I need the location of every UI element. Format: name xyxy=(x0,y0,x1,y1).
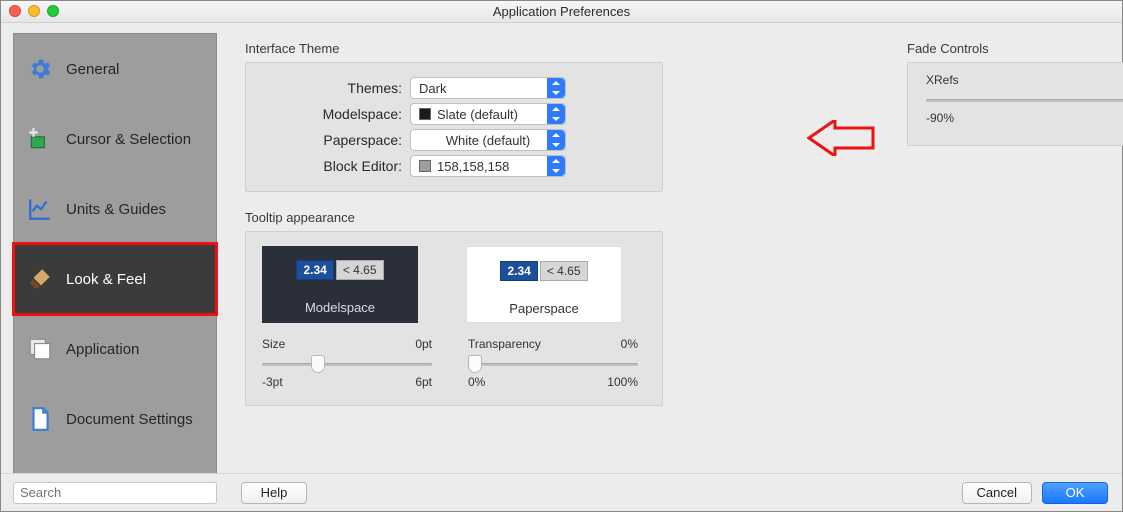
fade-controls-section: Fade Controls XRefs 50% -90% 90% xyxy=(907,41,1123,146)
ok-button[interactable]: OK xyxy=(1042,482,1108,504)
paintbrush-icon xyxy=(26,265,54,293)
dropdown-value: 158,158,158 xyxy=(437,159,509,174)
sidebar-item-units-guides[interactable]: Units & Guides xyxy=(14,174,216,244)
sidebar-item-label: Document Settings xyxy=(66,411,193,428)
slider-track[interactable] xyxy=(468,355,638,373)
themes-label: Themes: xyxy=(260,80,410,96)
blockeditor-label: Block Editor: xyxy=(260,158,410,174)
slider-thumb-icon[interactable] xyxy=(311,355,325,373)
tooltip-secondary-value: < 4.65 xyxy=(540,261,588,281)
annotation-arrow-icon xyxy=(807,120,877,156)
slider-max: 6pt xyxy=(415,375,432,389)
tooltip-appearance-section: Tooltip appearance 2.34 < 4.65 Modelspac… xyxy=(245,210,663,406)
sidebar-item-document-settings[interactable]: Document Settings xyxy=(14,384,216,454)
slider-min: 0% xyxy=(468,375,485,389)
modelspace-dropdown[interactable]: Slate (default) xyxy=(410,103,566,125)
sidebar: General Cursor & Selection Units & Guide… xyxy=(1,23,217,473)
tooltip-primary-value: 2.34 xyxy=(500,261,537,281)
row-themes: Themes: Dark xyxy=(260,75,648,101)
dropdown-caret-icon xyxy=(547,156,565,176)
close-icon[interactable] xyxy=(9,5,21,17)
row-modelspace: Modelspace: Slate (default) xyxy=(260,101,648,127)
tooltip-transparency-slider[interactable]: Transparency 0% 0% 100% xyxy=(468,337,638,389)
tooltip-preview-modelspace[interactable]: 2.34 < 4.65 Modelspace xyxy=(262,246,418,323)
sidebar-item-application[interactable]: Application xyxy=(14,314,216,384)
sidebar-item-label: General xyxy=(66,61,119,78)
sidebar-item-label: Cursor & Selection xyxy=(66,131,191,148)
sidebar-item-label: Application xyxy=(66,341,139,358)
windows-icon xyxy=(26,335,54,363)
sidebar-item-general[interactable]: General xyxy=(14,34,216,104)
tooltip-preview-paperspace[interactable]: 2.34 < 4.65 Paperspace xyxy=(466,246,622,323)
document-icon xyxy=(26,405,54,433)
dropdown-value: White (default) xyxy=(446,133,531,148)
color-swatch-icon xyxy=(419,108,431,120)
sidebar-panel: General Cursor & Selection Units & Guide… xyxy=(13,33,217,483)
tooltip-appearance-group: 2.34 < 4.65 Modelspace 2.34 < 4.65 Paper… xyxy=(245,231,663,406)
footer: Help Cancel OK xyxy=(1,473,1122,511)
fade-controls-group: XRefs 50% -90% 90% xyxy=(907,62,1123,146)
xrefs-label: XRefs xyxy=(926,73,959,87)
blockeditor-dropdown[interactable]: 158,158,158 xyxy=(410,155,566,177)
slider-label: Size xyxy=(262,337,285,351)
tooltip-preview-label: Modelspace xyxy=(305,300,375,315)
slider-label: Transparency xyxy=(468,337,541,351)
xrefs-slider[interactable] xyxy=(926,91,1123,109)
dropdown-caret-icon xyxy=(547,78,565,98)
tooltip-size-slider[interactable]: Size 0pt -3pt 6pt xyxy=(262,337,432,389)
section-label: Tooltip appearance xyxy=(245,210,663,225)
window-title: Application Preferences xyxy=(493,4,630,19)
dropdown-value: Slate (default) xyxy=(437,107,518,122)
axes-icon xyxy=(26,195,54,223)
sidebar-item-look-feel[interactable]: Look & Feel xyxy=(14,244,216,314)
main-panel: Interface Theme Themes: Dark Modelspace: xyxy=(217,23,1122,473)
row-block-editor: Block Editor: 158,158,158 xyxy=(260,153,648,179)
slider-value: 0pt xyxy=(415,337,432,351)
paperspace-dropdown[interactable]: White (default) xyxy=(410,129,566,151)
zoom-icon[interactable] xyxy=(47,5,59,17)
cancel-button[interactable]: Cancel xyxy=(962,482,1032,504)
color-swatch-icon xyxy=(419,160,431,172)
slider-track[interactable] xyxy=(262,355,432,373)
slider-min: -90% xyxy=(926,111,954,125)
row-paperspace: Paperspace: White (default) xyxy=(260,127,648,153)
sidebar-item-cursor-selection[interactable]: Cursor & Selection xyxy=(14,104,216,174)
themes-dropdown[interactable]: Dark xyxy=(410,77,566,99)
modelspace-label: Modelspace: xyxy=(260,106,410,122)
tooltip-preview-row: 2.34 < 4.65 Modelspace 2.34 < 4.65 Paper… xyxy=(262,246,646,323)
slider-thumb-icon[interactable] xyxy=(468,355,482,373)
dropdown-value: Dark xyxy=(419,81,446,96)
tooltip-primary-value: 2.34 xyxy=(296,260,333,280)
slider-value: 0% xyxy=(621,337,638,351)
interface-theme-group: Themes: Dark Modelspace: Slate (default) xyxy=(245,62,663,192)
slider-max: 100% xyxy=(607,375,638,389)
gear-icon xyxy=(26,55,54,83)
sidebar-item-label: Units & Guides xyxy=(66,201,166,218)
search-input[interactable] xyxy=(13,482,217,504)
dropdown-caret-icon xyxy=(547,130,565,150)
tooltip-preview-label: Paperspace xyxy=(509,301,578,316)
cursor-selection-icon xyxy=(26,125,54,153)
section-label: Fade Controls xyxy=(907,41,1123,56)
help-button[interactable]: Help xyxy=(241,482,307,504)
slider-min: -3pt xyxy=(262,375,283,389)
paperspace-label: Paperspace: xyxy=(260,132,410,148)
preferences-window: Application Preferences General Cursor &… xyxy=(0,0,1123,512)
dropdown-caret-icon xyxy=(547,104,565,124)
tooltip-secondary-value: < 4.65 xyxy=(336,260,384,280)
minimize-icon[interactable] xyxy=(28,5,40,17)
sidebar-item-label: Look & Feel xyxy=(66,271,146,288)
window-controls xyxy=(9,5,59,17)
titlebar: Application Preferences xyxy=(1,1,1122,23)
